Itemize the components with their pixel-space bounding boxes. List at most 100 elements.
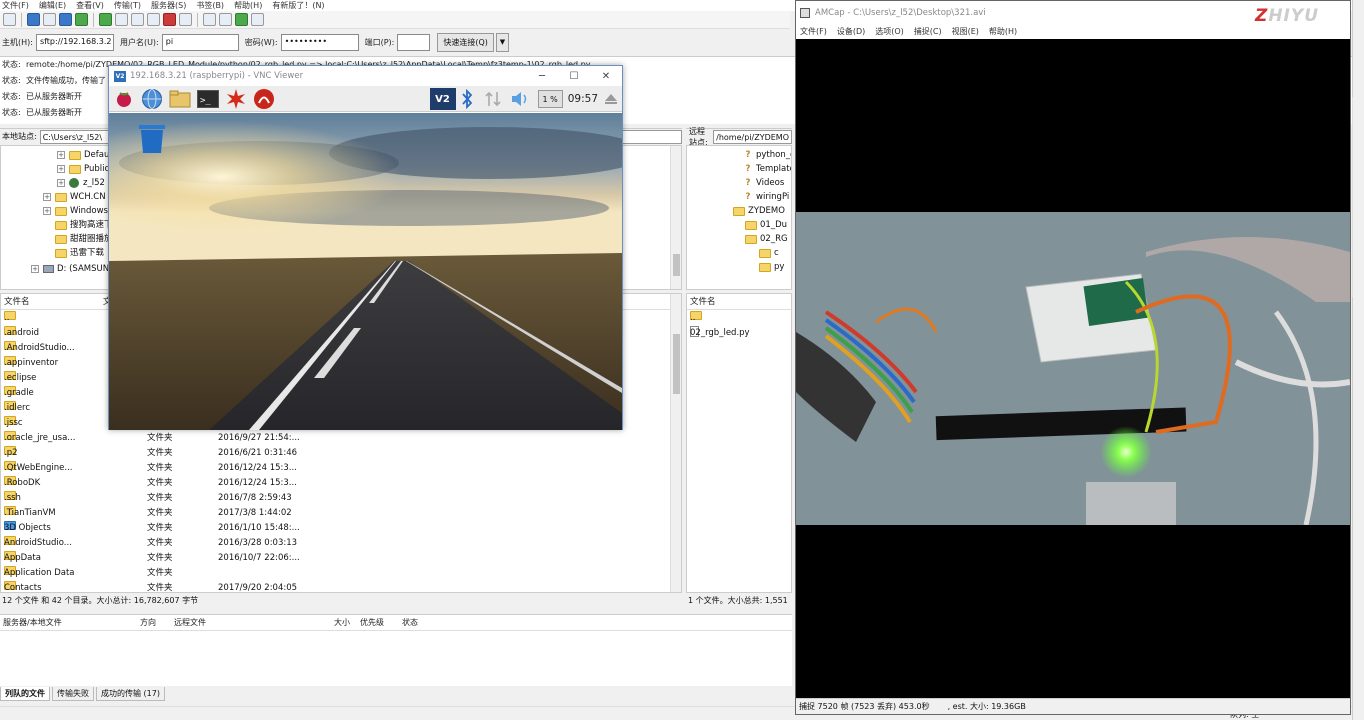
queue-column-size[interactable]: 大小 (334, 615, 350, 631)
tree-item[interactable]: py (759, 260, 784, 274)
host-input[interactable]: sftp://192.168.3.2 (35, 33, 114, 51)
column-filename[interactable]: 文件名 (690, 294, 716, 310)
file-row[interactable]: .TianTianVM 文件夹 2017/3/8 1:44:02 (1, 506, 671, 521)
trash-icon[interactable] (137, 123, 167, 155)
queue-column-direction[interactable]: 方向 (140, 615, 156, 631)
file-row[interactable]: .ssh 文件夹 2016/7/8 2:59:43 (1, 491, 671, 506)
tab-queued-files[interactable]: 列队的文件 (0, 687, 50, 701)
file-row[interactable]: .oracle_jre_usa... 文件夹 2016/9/27 21:54:... (1, 431, 671, 446)
tree-item[interactable]: c (759, 246, 779, 260)
sync-browse-icon[interactable] (235, 13, 248, 26)
process-queue-icon[interactable] (115, 13, 128, 26)
tree-item[interactable]: + z_l52 (57, 176, 105, 190)
tree-item[interactable]: 01_Du (745, 218, 787, 232)
queue-column-remote[interactable]: 远程文件 (174, 615, 206, 631)
column-filename[interactable]: 文件名 (4, 294, 30, 310)
terminal-icon[interactable]: >_ (197, 88, 219, 110)
amcap-menu-help[interactable]: 帮助(H) (989, 25, 1017, 39)
file-manager-icon[interactable] (169, 88, 191, 110)
menu-new-version[interactable]: 有新版了！(N) (272, 0, 324, 11)
queue-column-status[interactable]: 状态 (402, 615, 418, 631)
tree-item[interactable]: 迅雷下载 (55, 246, 104, 260)
bluetooth-icon[interactable] (460, 89, 474, 109)
file-row[interactable]: .QtWebEngine... 文件夹 2016/12/24 15:3... (1, 461, 671, 476)
tree-item[interactable]: + Defau (57, 148, 109, 162)
tree-item[interactable]: ? Videos (743, 176, 784, 190)
minimize-icon[interactable]: ─ (526, 71, 558, 82)
search-icon[interactable] (251, 13, 264, 26)
raspbian-desktop[interactable] (109, 113, 622, 430)
toggle-queue-icon[interactable] (75, 13, 88, 26)
cpu-monitor[interactable]: 1 % (537, 90, 563, 108)
reconnect-icon[interactable] (179, 13, 192, 26)
password-input[interactable]: ••••••••• (280, 33, 359, 51)
stop-icon[interactable] (131, 13, 144, 26)
tab-successful-transfers[interactable]: 成功的传输 (17) (96, 687, 165, 701)
vnc-server-icon[interactable]: V2 (429, 88, 456, 110)
tree-item[interactable]: ? Template (743, 162, 791, 176)
filter-icon[interactable] (203, 13, 216, 26)
tree-item[interactable]: 02_RG (745, 232, 788, 246)
tree-item[interactable]: + Windows (43, 204, 108, 218)
port-input[interactable] (397, 33, 431, 51)
volume-icon[interactable] (510, 89, 530, 109)
queue-column-priority[interactable]: 优先级 (360, 615, 384, 631)
file-row[interactable]: .. (687, 311, 791, 326)
toggle-remote-tree-icon[interactable] (59, 13, 72, 26)
tab-failed-transfers[interactable]: 传输失败 (52, 687, 94, 701)
file-row[interactable]: .RoboDK 文件夹 2016/12/24 15:3... (1, 476, 671, 491)
background-scrollbar[interactable] (1352, 97, 1363, 297)
file-row[interactable]: 3D Objects 文件夹 2016/1/10 15:48:... (1, 521, 671, 536)
raspberry-menu-icon[interactable] (113, 88, 135, 110)
amcap-menu-view[interactable]: 视图(E) (952, 25, 979, 39)
expand-icon[interactable]: + (57, 151, 65, 159)
tree-item[interactable]: ? wiringPi (743, 190, 789, 204)
refresh-icon[interactable] (99, 13, 112, 26)
quickconnect-button[interactable]: 快速连接(Q) (437, 32, 494, 52)
local-list-scrollbar[interactable] (670, 294, 681, 592)
amcap-menu-file[interactable]: 文件(F) (800, 25, 827, 39)
expand-icon[interactable]: + (57, 165, 65, 173)
file-row[interactable]: AppData 文件夹 2016/10/7 22:06:... (1, 551, 671, 566)
scrollbar-thumb[interactable] (673, 334, 680, 394)
tree-item[interactable]: + WCH.CN (43, 190, 106, 204)
menu-bookmarks[interactable]: 书签(B) (196, 0, 224, 11)
menu-transfer[interactable]: 传输(T) (114, 0, 141, 11)
quickconnect-dropdown[interactable]: ▼ (495, 32, 509, 52)
browser-globe-icon[interactable] (141, 88, 163, 110)
amcap-menu-options[interactable]: 选项(O) (875, 25, 904, 39)
menu-edit[interactable]: 编辑(E) (39, 0, 66, 11)
maximize-icon[interactable]: ☐ (558, 71, 590, 82)
site-manager-icon[interactable] (3, 13, 16, 26)
cancel-icon[interactable] (163, 13, 176, 26)
toggle-log-icon[interactable] (27, 13, 40, 26)
expand-icon[interactable]: + (43, 207, 51, 215)
local-tree-scrollbar[interactable] (670, 146, 681, 289)
expand-icon[interactable]: + (57, 179, 65, 187)
tree-item[interactable]: 搜狗高速下 (55, 218, 113, 232)
vnc-titlebar[interactable]: V2 192.168.3.21 (raspberrypi) - VNC View… (109, 66, 622, 86)
file-row[interactable]: Contacts 文件夹 2017/9/20 2:04:05 (1, 581, 671, 592)
toggle-local-tree-icon[interactable] (43, 13, 56, 26)
menu-file[interactable]: 文件(F) (2, 0, 29, 11)
tree-item[interactable]: + Public (57, 162, 109, 176)
menu-server[interactable]: 服务器(S) (151, 0, 186, 11)
file-row[interactable]: Application Data 文件夹 (1, 566, 671, 581)
file-row[interactable]: .p2 文件夹 2016/6/21 0:31:46 (1, 446, 671, 461)
expand-icon[interactable]: + (31, 265, 39, 273)
menu-view[interactable]: 查看(V) (76, 0, 104, 11)
menu-help[interactable]: 帮助(H) (234, 0, 262, 11)
file-row[interactable]: 02_rgb_led.py (687, 326, 791, 341)
compare-icon[interactable] (219, 13, 232, 26)
tree-item[interactable]: + D: (SAMSUN (31, 262, 109, 276)
queue-column-local[interactable]: 服务器/本地文件 (3, 615, 62, 631)
tree-item[interactable]: 甜甜圈播放 (55, 232, 113, 246)
wolfram-icon[interactable] (253, 88, 275, 110)
close-icon[interactable]: ✕ (590, 71, 622, 82)
amcap-menu-capture[interactable]: 捕捉(C) (914, 25, 942, 39)
expand-icon[interactable]: + (43, 193, 51, 201)
tree-item[interactable]: ? python_g (743, 148, 791, 162)
disconnect-icon[interactable] (147, 13, 160, 26)
file-row[interactable]: AndroidStudio... 文件夹 2016/3/28 0:03:13 (1, 536, 671, 551)
eject-icon[interactable] (604, 92, 618, 106)
